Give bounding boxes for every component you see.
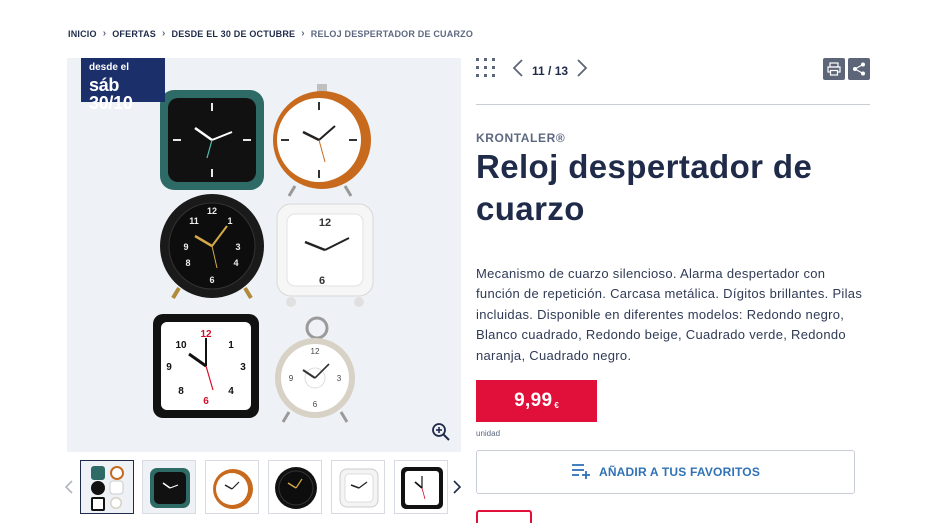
thumbnail-3[interactable] [205,460,259,514]
price-amount: 9,99 [514,390,553,411]
favorite-list-icon [571,462,591,483]
svg-text:9: 9 [166,362,172,373]
svg-text:4: 4 [233,258,238,268]
offer-card-partial [476,510,532,523]
svg-text:8: 8 [178,386,184,397]
svg-text:6: 6 [313,400,318,409]
svg-text:6: 6 [319,275,325,287]
svg-text:1: 1 [228,340,234,351]
badge-line2: sáb 30/10 [89,75,133,113]
thumbnail-5[interactable] [331,460,385,514]
product-description: Mecanismo de cuarzo silencioso. Alarma d… [476,266,863,363]
badge-line1: desde el [89,62,130,73]
thumbnail-1[interactable] [80,460,134,514]
breadcrumb-inicio[interactable]: INICIO [68,29,97,39]
svg-text:6: 6 [209,275,214,285]
svg-text:3: 3 [337,374,342,383]
chevron-right-icon: › [301,28,305,39]
svg-text:9: 9 [289,374,294,383]
pager-count: 11 / 13 [532,63,569,78]
svg-text:12: 12 [207,206,217,216]
svg-text:3: 3 [240,362,246,373]
breadcrumb-ofertas[interactable]: OFERTAS [112,29,156,39]
share-icon[interactable] [848,58,870,80]
add-to-favorites-label: AÑADIR A TUS FAVORITOS [598,465,761,479]
breadcrumb: INICIO › OFERTAS › DESDE EL 30 DE OCTUBR… [68,28,473,39]
svg-text:1: 1 [227,216,232,226]
print-icon[interactable] [823,58,845,80]
price-unit: unidad [476,429,501,438]
zoom-in-icon[interactable] [431,422,451,442]
svg-text:10: 10 [175,340,187,351]
chevron-right-icon[interactable] [576,59,588,82]
breadcrumb-desde[interactable]: DESDE EL 30 DE OCTUBRE [172,29,296,39]
price-currency: € [554,400,559,410]
product-main-image[interactable]: 12 3 6 9 1 4 11 8 12 6 12 3 6 9 10 1 8 4 12 3 6 [67,58,461,452]
svg-text:6: 6 [203,396,209,407]
thumbnail-strip [62,458,466,518]
date-badge: desde el sáb 30/10 [81,58,165,112]
thumbnail-6[interactable] [394,460,448,514]
thumbnail-4[interactable] [268,460,322,514]
breadcrumb-current: RELOJ DESPERTADOR DE CUARZO [310,28,474,39]
divider [476,104,870,105]
chevron-left-icon[interactable] [512,59,524,82]
chevron-right-icon: › [161,28,166,39]
svg-text:12: 12 [311,347,320,356]
svg-text:12: 12 [319,217,331,229]
price-badge: 9,99 € [476,380,597,422]
svg-text:9: 9 [183,242,188,252]
svg-text:4: 4 [228,386,234,397]
chevron-right-icon[interactable] [450,478,464,496]
product-title: Reloj despertador de cuarzo [476,148,813,227]
thumbnail-2[interactable] [142,460,196,514]
product-brand: KRONTALER® [476,131,566,145]
svg-text:8: 8 [185,258,190,268]
svg-text:3: 3 [235,242,240,252]
product-pager: 11 / 13 [512,59,588,82]
chevron-right-icon: › [102,28,107,39]
clocks-illustration: 12369 14118 126 12369 10 18 4 12369 [153,84,374,423]
svg-text:11: 11 [189,216,199,226]
add-to-favorites-button[interactable]: AÑADIR A TUS FAVORITOS [476,450,855,494]
grid-dots-icon[interactable] [476,58,496,78]
chevron-left-icon[interactable] [62,478,76,496]
